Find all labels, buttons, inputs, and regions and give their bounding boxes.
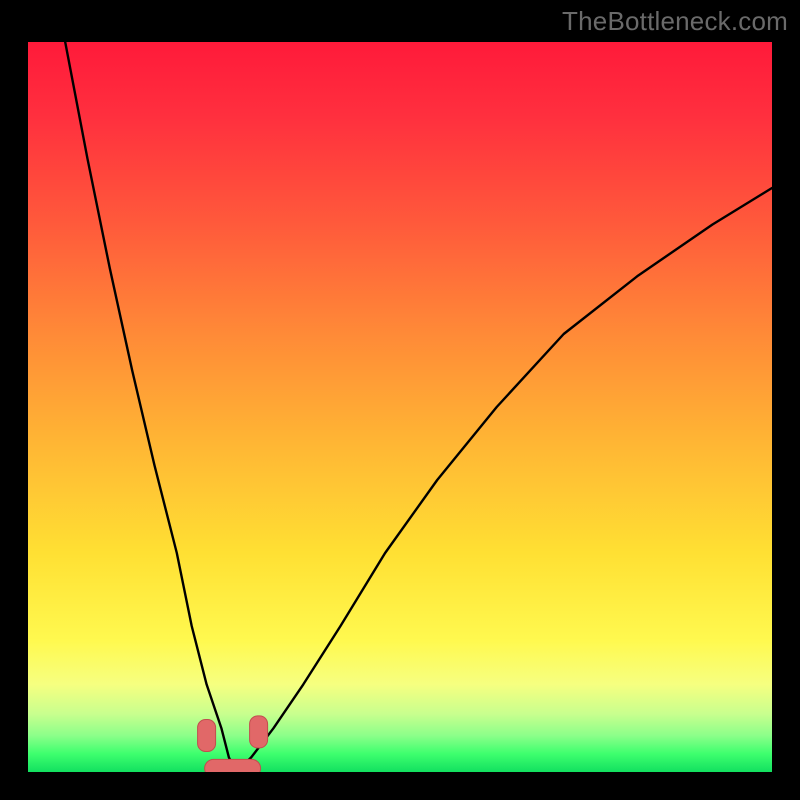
right-valley-marker [250, 716, 268, 748]
watermark-text: TheBottleneck.com [562, 6, 788, 37]
valley-markers [198, 716, 268, 772]
valley-floor-marker [205, 759, 261, 772]
chart-overlay [28, 42, 772, 772]
left-valley-marker [198, 720, 216, 752]
chart-frame: TheBottleneck.com [0, 0, 800, 800]
curve-right-branch [236, 188, 772, 772]
curve-left-branch [65, 42, 236, 772]
